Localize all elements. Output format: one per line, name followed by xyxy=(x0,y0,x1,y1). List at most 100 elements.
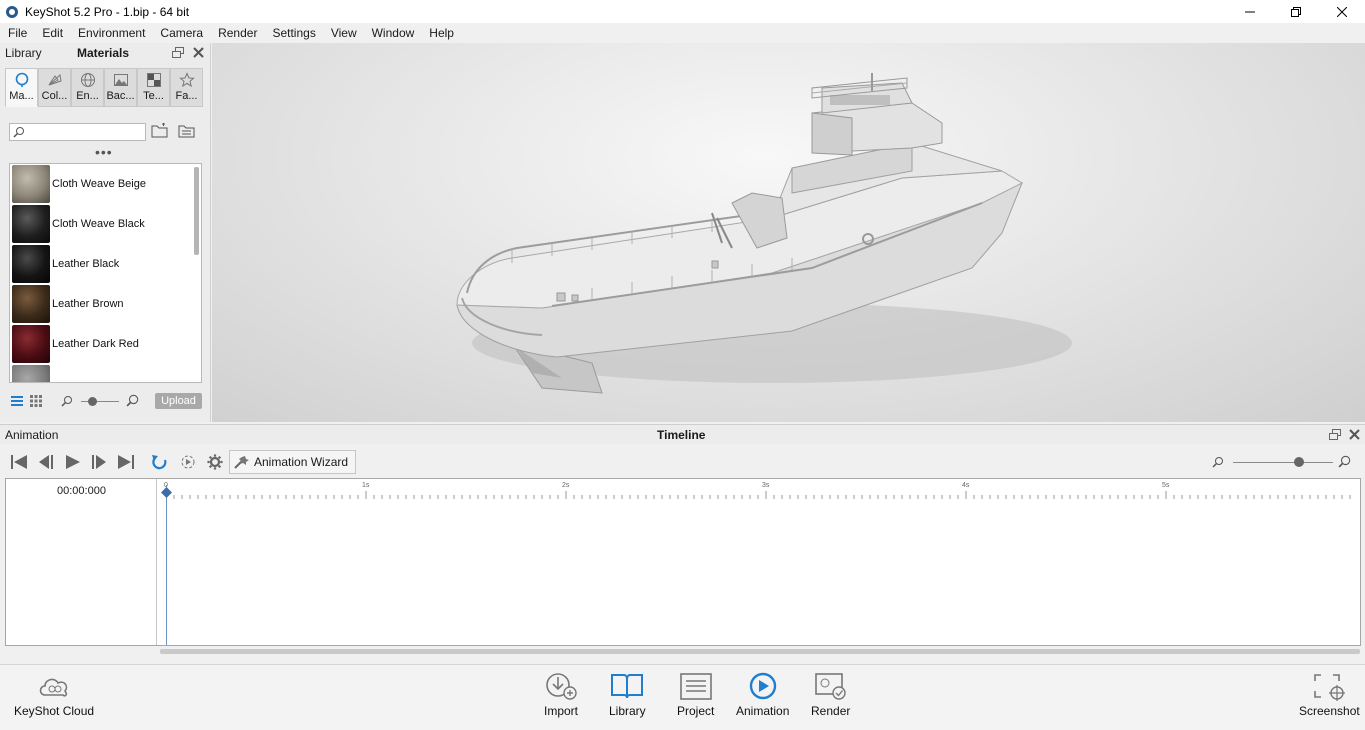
list-item[interactable]: Leather Black xyxy=(10,244,201,284)
list-item[interactable]: Cloth Weave Black xyxy=(10,204,201,244)
render-viewport[interactable] xyxy=(212,43,1365,422)
timeline-zoom-knob[interactable] xyxy=(1294,457,1304,467)
render-label: Render xyxy=(811,704,851,718)
minimize-icon xyxy=(1245,11,1255,12)
materials-icon xyxy=(15,72,28,87)
animation-button[interactable]: Animation xyxy=(736,671,789,718)
step-forward-icon[interactable] xyxy=(90,454,108,470)
tab-environments[interactable]: En... xyxy=(71,68,104,107)
project-button[interactable]: Project xyxy=(677,671,714,718)
folder-options-icon[interactable] xyxy=(178,123,196,139)
settings-gear-icon[interactable] xyxy=(206,454,224,470)
keyshot-logo-icon xyxy=(6,5,18,18)
zoom-out-icon[interactable] xyxy=(61,395,73,407)
menu-bar: File Edit Environment Camera Render Sett… xyxy=(0,23,1365,43)
ping-pong-icon[interactable] xyxy=(179,454,197,470)
loop-icon[interactable] xyxy=(151,454,169,470)
library-button[interactable]: Library xyxy=(609,671,646,718)
grid-view-icon[interactable] xyxy=(30,395,42,407)
screenshot-button[interactable]: Screenshot xyxy=(1299,671,1360,718)
playhead-line[interactable] xyxy=(166,485,167,645)
animation-wizard-label: Animation Wizard xyxy=(254,455,349,469)
material-list-scrollbar[interactable] xyxy=(194,167,199,255)
library-bottom-bar: Upload xyxy=(9,393,203,411)
timeline-zoom-in-icon[interactable] xyxy=(1338,455,1351,468)
tab-textures[interactable]: Te... xyxy=(137,68,170,107)
menu-help[interactable]: Help xyxy=(421,23,461,43)
list-item[interactable]: Leather Dark Red xyxy=(10,324,201,364)
timeline-zoom-out-icon[interactable] xyxy=(1212,456,1224,468)
menu-window[interactable]: Window xyxy=(364,23,422,43)
bottom-toolbar: KeyShot Cloud Import Library Project Ani… xyxy=(0,664,1365,730)
close-panel-icon[interactable] xyxy=(1349,429,1360,440)
restore-button[interactable] xyxy=(1273,0,1319,23)
more-options-dots[interactable]: ••• xyxy=(95,145,113,159)
keyshot-cloud-button[interactable]: KeyShot Cloud xyxy=(14,671,94,718)
ruler-label: 5s xyxy=(1162,482,1170,489)
screenshot-icon xyxy=(1314,674,1346,701)
thumbnail-size-knob[interactable] xyxy=(88,397,97,406)
import-button[interactable]: Import xyxy=(543,671,579,718)
menu-file[interactable]: File xyxy=(0,23,34,43)
tab-favorites[interactable]: Fa... xyxy=(170,68,203,107)
add-folder-icon[interactable] xyxy=(151,123,169,139)
animation-wizard-button[interactable]: Animation Wizard xyxy=(229,450,356,474)
timeline-area[interactable]: 00:00:000 0 1s 2s 3s 4s 5s xyxy=(5,478,1361,646)
menu-view[interactable]: View xyxy=(323,23,364,43)
favorites-icon xyxy=(178,72,195,88)
ruler-label: 1s xyxy=(362,482,370,489)
list-view-icon[interactable] xyxy=(11,395,23,407)
library-search xyxy=(9,123,146,141)
timeline-scrollbar[interactable] xyxy=(160,649,1360,654)
step-back-icon[interactable] xyxy=(37,454,55,470)
playhead-marker-icon[interactable] xyxy=(161,487,172,498)
list-item[interactable] xyxy=(10,364,201,382)
cloud-label: KeyShot Cloud xyxy=(14,704,95,718)
boat-model-render xyxy=(456,73,1072,394)
list-item[interactable]: Leather Brown xyxy=(10,284,201,324)
textures-icon xyxy=(146,73,161,87)
menu-environment[interactable]: Environment xyxy=(70,23,152,43)
backplates-icon xyxy=(113,74,128,86)
keyshot-window: KeyShot 5.2 Pro - 1.bip - 64 bit File Ed… xyxy=(0,0,1365,730)
render-button[interactable]: Render xyxy=(811,671,850,718)
float-panel-icon[interactable] xyxy=(1329,429,1341,440)
material-thumbnail xyxy=(12,165,50,203)
library-label: Library xyxy=(5,46,42,60)
menu-edit[interactable]: Edit xyxy=(34,23,70,43)
float-panel-icon[interactable] xyxy=(172,47,184,58)
zoom-in-icon[interactable] xyxy=(126,394,139,407)
thumbnail-size-slider[interactable] xyxy=(81,401,119,402)
menu-settings[interactable]: Settings xyxy=(264,23,322,43)
tab-materials[interactable]: Ma... xyxy=(5,68,38,107)
material-thumbnail xyxy=(12,245,50,283)
animation-panel-label: Animation xyxy=(5,428,59,442)
menu-render[interactable]: Render xyxy=(210,23,264,43)
skip-to-start-icon[interactable] xyxy=(10,454,28,470)
animation-label: Animation xyxy=(736,704,790,718)
library-label: Library xyxy=(609,704,646,718)
project-icon xyxy=(679,673,712,700)
material-thumbnail xyxy=(12,365,50,382)
play-icon[interactable] xyxy=(64,454,82,470)
skip-to-end-icon[interactable] xyxy=(117,454,135,470)
tab-backplates[interactable]: Bac... xyxy=(104,68,137,107)
library-panel-header: Library Materials xyxy=(0,43,210,63)
search-input[interactable] xyxy=(28,124,138,140)
close-window-button[interactable] xyxy=(1319,0,1365,23)
upload-button[interactable]: Upload xyxy=(155,393,202,409)
cloud-icon xyxy=(39,678,68,697)
time-column: 00:00:000 xyxy=(6,479,157,645)
close-panel-icon[interactable] xyxy=(193,47,204,58)
minimize-button[interactable] xyxy=(1227,0,1273,23)
window-title: KeyShot 5.2 Pro - 1.bip - 64 bit xyxy=(25,4,190,19)
timeline-title: Timeline xyxy=(657,428,706,442)
menu-camera[interactable]: Camera xyxy=(152,23,210,43)
close-icon xyxy=(1337,6,1347,17)
timeline-zoom-slider[interactable] xyxy=(1233,462,1333,463)
list-item[interactable]: Cloth Weave Beige xyxy=(10,164,201,204)
import-icon xyxy=(546,673,577,700)
book-icon xyxy=(611,674,644,699)
material-thumbnail xyxy=(12,325,50,363)
tab-colors[interactable]: Col... xyxy=(38,68,71,107)
